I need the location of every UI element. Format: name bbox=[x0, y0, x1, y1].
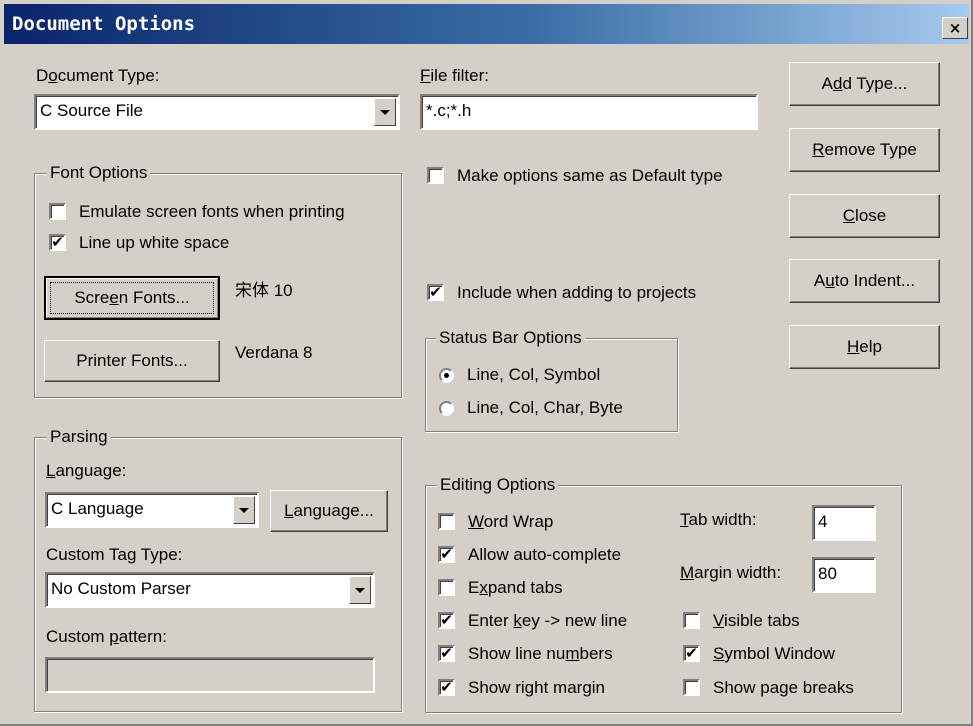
chevron-down-icon bbox=[355, 588, 365, 593]
include-projects-checkbox[interactable]: ✔ bbox=[427, 284, 444, 301]
custom-tag-combo[interactable]: No Custom Parser bbox=[45, 572, 375, 608]
word-wrap-label: Word Wrap bbox=[468, 512, 554, 531]
radio-dot bbox=[444, 373, 449, 378]
status-bar-radio-1[interactable] bbox=[439, 401, 454, 416]
right-margin-checkbox[interactable]: ✔ bbox=[438, 679, 455, 696]
enter-key-checkbox[interactable]: ✔ bbox=[438, 612, 455, 629]
chevron-down-icon bbox=[239, 508, 249, 513]
file-filter-value: *.c;*.h bbox=[426, 101, 472, 120]
make-same-label: Make options same as Default type bbox=[457, 166, 723, 185]
document-type-combo[interactable]: C Source File bbox=[34, 94, 400, 130]
title-bar[interactable]: Document Options × bbox=[4, 4, 969, 44]
symbol-window-label: Symbol Window bbox=[713, 644, 835, 663]
editing-options-title: Editing Options bbox=[437, 475, 559, 495]
custom-tag-dropdown-button[interactable] bbox=[349, 576, 371, 604]
tab-width-label: Tab width: bbox=[680, 510, 757, 529]
language-dropdown-button[interactable] bbox=[233, 496, 255, 524]
document-type-value: C Source File bbox=[40, 101, 143, 120]
add-type-label: Add Type... bbox=[821, 74, 908, 93]
margin-width-input[interactable]: 80 bbox=[812, 557, 876, 593]
language-button-label: Language... bbox=[284, 501, 374, 520]
auto-indent-label: Auto Indent... bbox=[813, 271, 916, 290]
close-button[interactable]: Close bbox=[789, 194, 940, 238]
line-numbers-label: Show line numbers bbox=[468, 644, 613, 663]
language-button[interactable]: Language... bbox=[270, 490, 388, 532]
dialog-title: Document Options bbox=[12, 13, 196, 35]
page-breaks-checkbox[interactable] bbox=[683, 679, 700, 696]
custom-tag-label: Custom Tag Type: bbox=[46, 545, 183, 564]
tab-width-input[interactable]: 4 bbox=[812, 505, 876, 541]
tab-width-value: 4 bbox=[818, 512, 828, 531]
document-type-label: Document Type: bbox=[36, 66, 160, 85]
close-label: Close bbox=[842, 206, 887, 225]
remove-type-label: Remove Type bbox=[812, 140, 917, 159]
printer-fonts-label: Printer Fonts... bbox=[76, 351, 188, 370]
printer-font-value: Verdana 8 bbox=[235, 343, 313, 362]
focus-rect bbox=[50, 282, 214, 314]
right-margin-label: Show right margin bbox=[468, 678, 606, 697]
language-value: C Language bbox=[51, 499, 144, 518]
language-combo[interactable]: C Language bbox=[45, 492, 259, 528]
custom-tag-value: No Custom Parser bbox=[51, 579, 191, 598]
make-same-checkbox[interactable] bbox=[427, 167, 444, 184]
word-wrap-checkbox[interactable] bbox=[438, 513, 455, 530]
margin-width-label: Margin width: bbox=[680, 563, 782, 582]
visible-tabs-label: Visible tabs bbox=[713, 611, 800, 630]
enter-key-label: Enter key -> new line bbox=[468, 611, 628, 630]
parsing-title: Parsing bbox=[47, 427, 111, 447]
add-type-button[interactable]: Add Type... bbox=[789, 62, 940, 106]
margin-width-value: 80 bbox=[818, 564, 837, 583]
help-button[interactable]: Help bbox=[789, 325, 940, 369]
status-bar-title: Status Bar Options bbox=[436, 328, 585, 348]
lineup-whitespace-checkbox[interactable]: ✔ bbox=[49, 234, 66, 251]
include-projects-label: Include when adding to projects bbox=[457, 283, 697, 302]
printer-fonts-button[interactable]: Printer Fonts... bbox=[44, 340, 220, 382]
font-options-title: Font Options bbox=[47, 163, 151, 183]
chevron-down-icon bbox=[380, 110, 390, 115]
help-label: Help bbox=[847, 337, 882, 356]
expand-tabs-checkbox[interactable] bbox=[438, 579, 455, 596]
close-window-button[interactable]: × bbox=[942, 17, 968, 39]
screen-font-value: 宋体 10 bbox=[235, 281, 293, 300]
language-label: Language: bbox=[46, 461, 127, 480]
remove-type-button[interactable]: Remove Type bbox=[789, 128, 940, 172]
lineup-whitespace-label: Line up white space bbox=[79, 233, 230, 252]
emulate-fonts-checkbox[interactable] bbox=[49, 203, 66, 220]
auto-complete-label: Allow auto-complete bbox=[468, 545, 622, 564]
file-filter-input[interactable]: *.c;*.h bbox=[420, 94, 758, 130]
visible-tabs-checkbox[interactable] bbox=[683, 612, 700, 629]
page-breaks-label: Show page breaks bbox=[713, 678, 854, 697]
status-bar-option-0: Line, Col, Symbol bbox=[467, 365, 601, 384]
emulate-fonts-label: Emulate screen fonts when printing bbox=[79, 202, 345, 221]
custom-pattern-input[interactable] bbox=[45, 657, 375, 693]
symbol-window-checkbox[interactable]: ✔ bbox=[683, 645, 700, 662]
document-type-dropdown-button[interactable] bbox=[374, 98, 396, 126]
auto-indent-button[interactable]: Auto Indent... bbox=[789, 259, 940, 303]
expand-tabs-label: Expand tabs bbox=[468, 578, 563, 597]
status-bar-option-1: Line, Col, Char, Byte bbox=[467, 398, 623, 417]
line-numbers-checkbox[interactable]: ✔ bbox=[438, 645, 455, 662]
auto-complete-checkbox[interactable]: ✔ bbox=[438, 546, 455, 563]
custom-pattern-label: Custom pattern: bbox=[46, 627, 167, 646]
file-filter-label: File filter: bbox=[420, 66, 489, 85]
document-options-dialog: Document Options × Document Type: C Sour… bbox=[0, 0, 973, 726]
screen-fonts-button[interactable]: Screen Fonts... bbox=[44, 276, 220, 320]
status-bar-radio-0[interactable] bbox=[439, 368, 454, 383]
